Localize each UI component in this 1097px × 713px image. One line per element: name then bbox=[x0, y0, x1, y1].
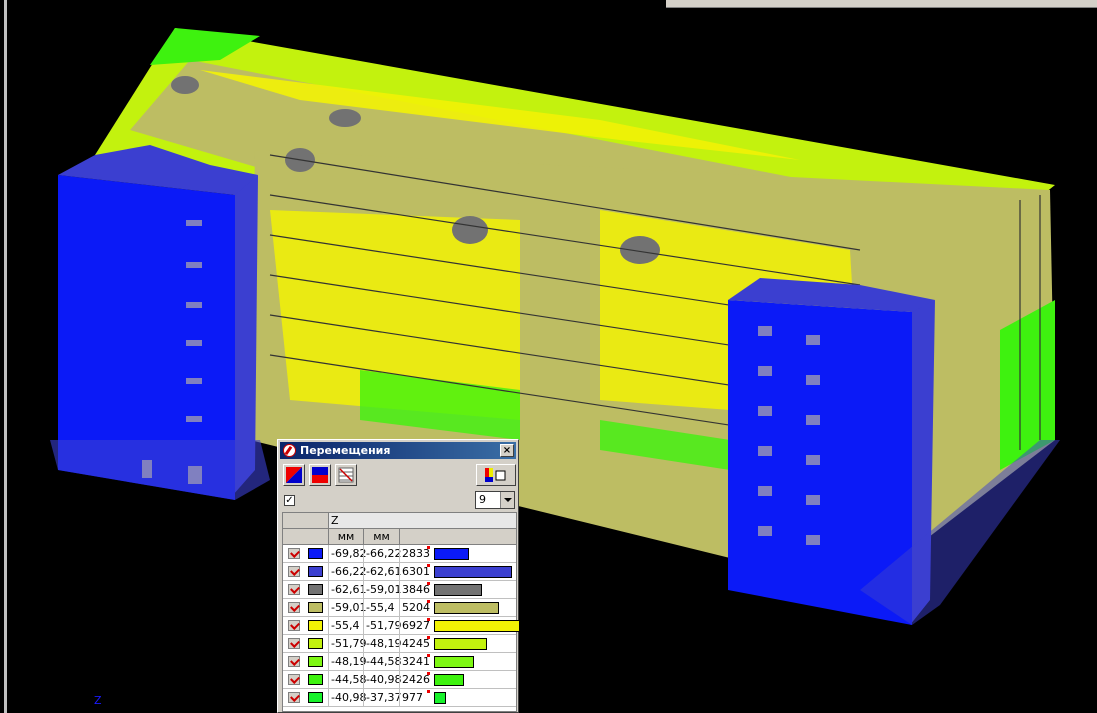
color-swatch[interactable] bbox=[308, 602, 323, 613]
count-bar bbox=[434, 602, 499, 614]
levels-count-select[interactable]: 9 bbox=[475, 491, 515, 509]
range-to: -66,22 bbox=[363, 545, 401, 562]
row-visible-checkbox[interactable] bbox=[288, 566, 300, 577]
row-visible-checkbox[interactable] bbox=[288, 548, 300, 559]
element-count: 6301 bbox=[399, 563, 431, 580]
close-button[interactable]: × bbox=[500, 444, 514, 457]
unit-from: мм bbox=[328, 529, 363, 544]
dialog-titlebar[interactable]: Перемещения × bbox=[280, 442, 516, 459]
component-header: Z bbox=[283, 513, 516, 529]
visible-checkbox[interactable]: ✓ bbox=[284, 495, 295, 506]
range-from: -40,98 bbox=[328, 689, 366, 706]
range-from: -62,61 bbox=[328, 581, 366, 598]
unit-to: мм bbox=[363, 529, 399, 544]
legend-row[interactable]: -44,58 -40,98 2426 bbox=[283, 671, 516, 689]
element-count: 2426 bbox=[399, 671, 431, 688]
range-to: -59,01 bbox=[363, 581, 401, 598]
left-ground bbox=[50, 440, 270, 500]
element-count: 3846 bbox=[399, 581, 431, 598]
layout-button[interactable] bbox=[476, 464, 516, 486]
range-to: -48,19 bbox=[363, 635, 401, 652]
range-to: -55,4 bbox=[363, 599, 399, 616]
range-from: -51,79 bbox=[328, 635, 366, 652]
row-visible-checkbox[interactable] bbox=[288, 620, 300, 631]
color-scale-icon bbox=[286, 467, 302, 483]
legend-table: Z мм мм -69,82 -66,22 2833 -66,22 -62,61 6301… bbox=[282, 512, 520, 712]
range-from: -59,01 bbox=[328, 599, 366, 616]
element-count: 3241 bbox=[399, 653, 431, 670]
range-from: -48,19 bbox=[328, 653, 366, 670]
units-header: мм мм bbox=[283, 529, 516, 545]
color-swatch[interactable] bbox=[308, 620, 323, 631]
element-count: 2833 bbox=[399, 545, 431, 562]
count-bar bbox=[434, 548, 469, 560]
color-swatch[interactable] bbox=[308, 638, 323, 649]
color-scale-button[interactable] bbox=[283, 464, 305, 486]
legend-row[interactable]: -59,01 -55,4 5204 bbox=[283, 599, 516, 617]
count-bar bbox=[434, 620, 520, 632]
row-visible-checkbox[interactable] bbox=[288, 656, 300, 667]
element-count: 4245 bbox=[399, 635, 431, 652]
row-visible-checkbox[interactable] bbox=[288, 602, 300, 613]
color-fill-icon bbox=[312, 467, 328, 483]
roof-gray-spot bbox=[171, 76, 199, 94]
row-visible-checkbox[interactable] bbox=[288, 692, 300, 703]
legend-row[interactable]: -51,79 -48,19 4245 bbox=[283, 635, 516, 653]
gray-spot bbox=[452, 216, 488, 244]
color-swatch[interactable] bbox=[308, 656, 323, 667]
table-icon bbox=[338, 467, 354, 483]
range-to: -37,37 bbox=[363, 689, 401, 706]
levels-count-value: 9 bbox=[479, 493, 486, 506]
color-fill-button[interactable] bbox=[309, 464, 331, 486]
axis-indicator: Z bbox=[94, 694, 102, 707]
range-from: -55,4 bbox=[328, 617, 363, 634]
range-to: -51,79 bbox=[363, 617, 401, 634]
color-swatch[interactable] bbox=[308, 674, 323, 685]
row-visible-checkbox[interactable] bbox=[288, 638, 300, 649]
color-swatch[interactable] bbox=[308, 584, 323, 595]
color-swatch[interactable] bbox=[308, 692, 323, 703]
count-bar bbox=[434, 656, 474, 668]
range-from: -69,82 bbox=[328, 545, 366, 562]
count-bar bbox=[434, 638, 487, 650]
range-to: -40,98 bbox=[363, 671, 401, 688]
element-count: 5204 bbox=[399, 599, 431, 616]
displacements-dialog[interactable]: Перемещения × ✓ 9 Z мм мм -69,82 -66,22 … bbox=[277, 439, 520, 713]
color-swatch[interactable] bbox=[308, 566, 323, 577]
legend-row[interactable]: -66,22 -62,61 6301 bbox=[283, 563, 516, 581]
gray-spot bbox=[620, 236, 660, 264]
count-bar bbox=[434, 692, 446, 704]
count-bar bbox=[434, 674, 464, 686]
row-visible-checkbox[interactable] bbox=[288, 674, 300, 685]
roof-gray-spot bbox=[329, 109, 361, 127]
app-logo-icon bbox=[283, 444, 296, 457]
range-to: -44,58 bbox=[363, 653, 401, 670]
chevron-down-icon[interactable] bbox=[500, 492, 514, 508]
range-to: -62,61 bbox=[363, 563, 401, 580]
legend-row[interactable]: -69,82 -66,22 2833 bbox=[283, 545, 516, 563]
component-label: Z bbox=[328, 513, 516, 528]
model-viewport[interactable] bbox=[0, 0, 1097, 713]
legend-row[interactable]: -55,4 -51,79 6927 bbox=[283, 617, 520, 635]
row-visible-checkbox[interactable] bbox=[288, 584, 300, 595]
dialog-title: Перемещения bbox=[300, 444, 391, 457]
color-swatch[interactable] bbox=[308, 548, 323, 559]
range-from: -44,58 bbox=[328, 671, 366, 688]
count-header bbox=[399, 529, 516, 544]
element-count: 6927 bbox=[399, 617, 431, 634]
layout-icon bbox=[485, 468, 506, 482]
legend-row[interactable]: -62,61 -59,01 3846 bbox=[283, 581, 516, 599]
legend-row[interactable]: -48,19 -44,58 3241 bbox=[283, 653, 516, 671]
count-bar bbox=[434, 584, 482, 596]
legend-row[interactable]: -40,98 -37,37 977 bbox=[283, 689, 516, 707]
element-count: 977 bbox=[399, 689, 431, 706]
table-button[interactable] bbox=[335, 464, 357, 486]
range-from: -66,22 bbox=[328, 563, 366, 580]
count-bar bbox=[434, 566, 512, 578]
